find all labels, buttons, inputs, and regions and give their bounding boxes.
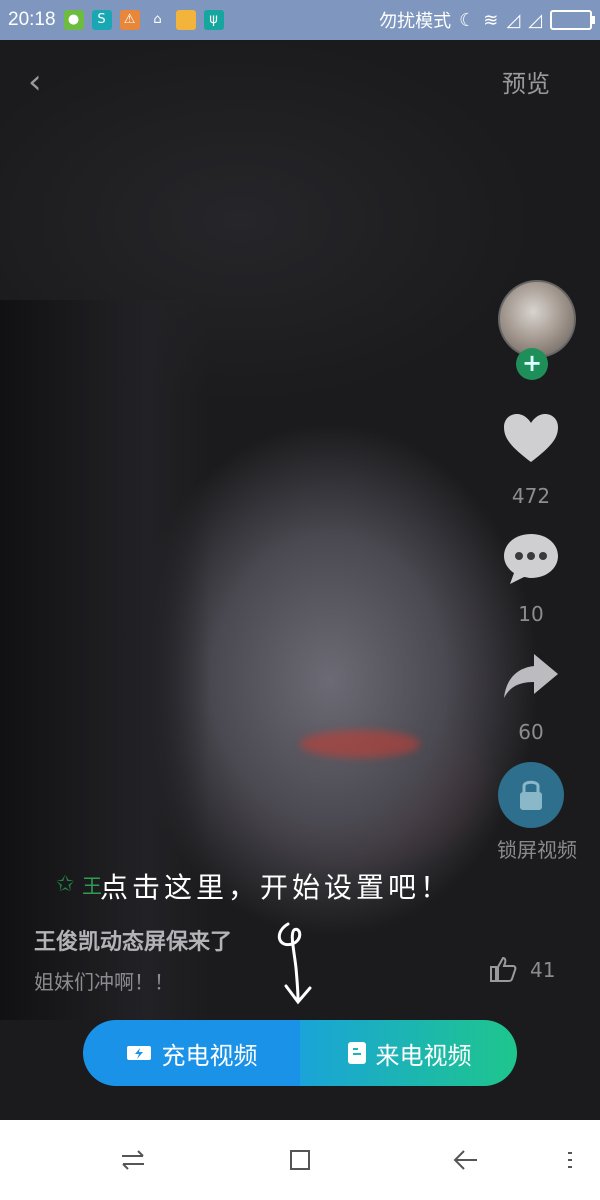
lock-screen-video-button[interactable]	[498, 762, 564, 828]
back-nav-button[interactable]	[436, 1120, 496, 1200]
status-right: 勿扰模式 ☾ ≋ ◿ ◿	[379, 0, 595, 40]
video-description: 姐妹们冲啊！！	[34, 970, 174, 994]
back-arrow-icon	[453, 1150, 477, 1170]
preview-button[interactable]: 预览	[502, 64, 550, 99]
thumbs-up-icon[interactable]	[488, 954, 518, 984]
lock-icon	[520, 780, 542, 810]
like-count: 472	[511, 484, 551, 508]
charging-video-label: 充电视频	[161, 1041, 258, 1070]
video-detail	[300, 730, 420, 758]
lock-screen-video-label: 锁屏视频	[497, 838, 577, 862]
home-button[interactable]	[270, 1120, 330, 1200]
back-button[interactable]: ‹	[28, 62, 58, 102]
phone-card-icon	[347, 1042, 366, 1064]
brush-icon: ⌂	[153, 12, 162, 27]
heart-icon[interactable]	[500, 410, 562, 466]
arrow-down-icon	[277, 922, 312, 1005]
status-time: 20:18	[8, 9, 56, 30]
bottom-like-count: 41	[530, 958, 556, 982]
battery-charge-icon	[126, 1046, 151, 1060]
share-icon[interactable]	[500, 648, 562, 704]
dnd-mode-text: 勿扰模式	[379, 11, 452, 32]
menu-dots-icon	[568, 1152, 572, 1168]
incoming-call-video-label: 来电视频	[375, 1041, 472, 1070]
moon-icon: ☾	[459, 9, 476, 31]
charging-video-button[interactable]: 充电视频	[83, 1020, 300, 1086]
status-bar: 20:18 ● S ⚠ ⌂ ψ 勿扰模式 ☾ ≋ ◿ ◿	[0, 0, 600, 40]
setup-tip: 点击这里，开始设置吧！	[100, 871, 453, 904]
author-avatar[interactable]	[498, 280, 576, 358]
battery-icon	[550, 10, 595, 30]
warning-icon: ⚠	[119, 10, 140, 30]
wifi-icon: ≋	[483, 9, 499, 31]
menu-button[interactable]	[540, 1120, 600, 1200]
video-type-buttons: 充电视频 来电视频	[83, 1020, 517, 1086]
comment-count: 10	[518, 602, 544, 626]
author-name[interactable]: 王	[82, 870, 102, 899]
star-icon: ✩	[56, 872, 75, 897]
comment-icon[interactable]	[500, 530, 562, 586]
chevron-left-icon: ‹	[28, 62, 42, 102]
signal-icon: ◿	[506, 9, 521, 31]
square-icon	[290, 1150, 310, 1170]
s-app-icon: S	[91, 10, 112, 30]
navigation-bar	[0, 1120, 600, 1200]
usb-icon: ψ	[203, 10, 224, 30]
video-shadow	[0, 300, 210, 1020]
video-title: 王俊凯动态屏保来了	[34, 930, 233, 955]
signal-2-icon: ◿	[528, 9, 542, 31]
shopping-app-icon: ●	[63, 10, 84, 30]
swap-arrows-icon	[122, 1150, 144, 1170]
share-count: 60	[518, 720, 544, 744]
switch-apps-button[interactable]	[103, 1120, 163, 1200]
follow-plus-icon[interactable]: +	[516, 348, 548, 380]
folder-icon	[175, 10, 196, 30]
incoming-call-video-button[interactable]: 来电视频	[300, 1020, 517, 1086]
